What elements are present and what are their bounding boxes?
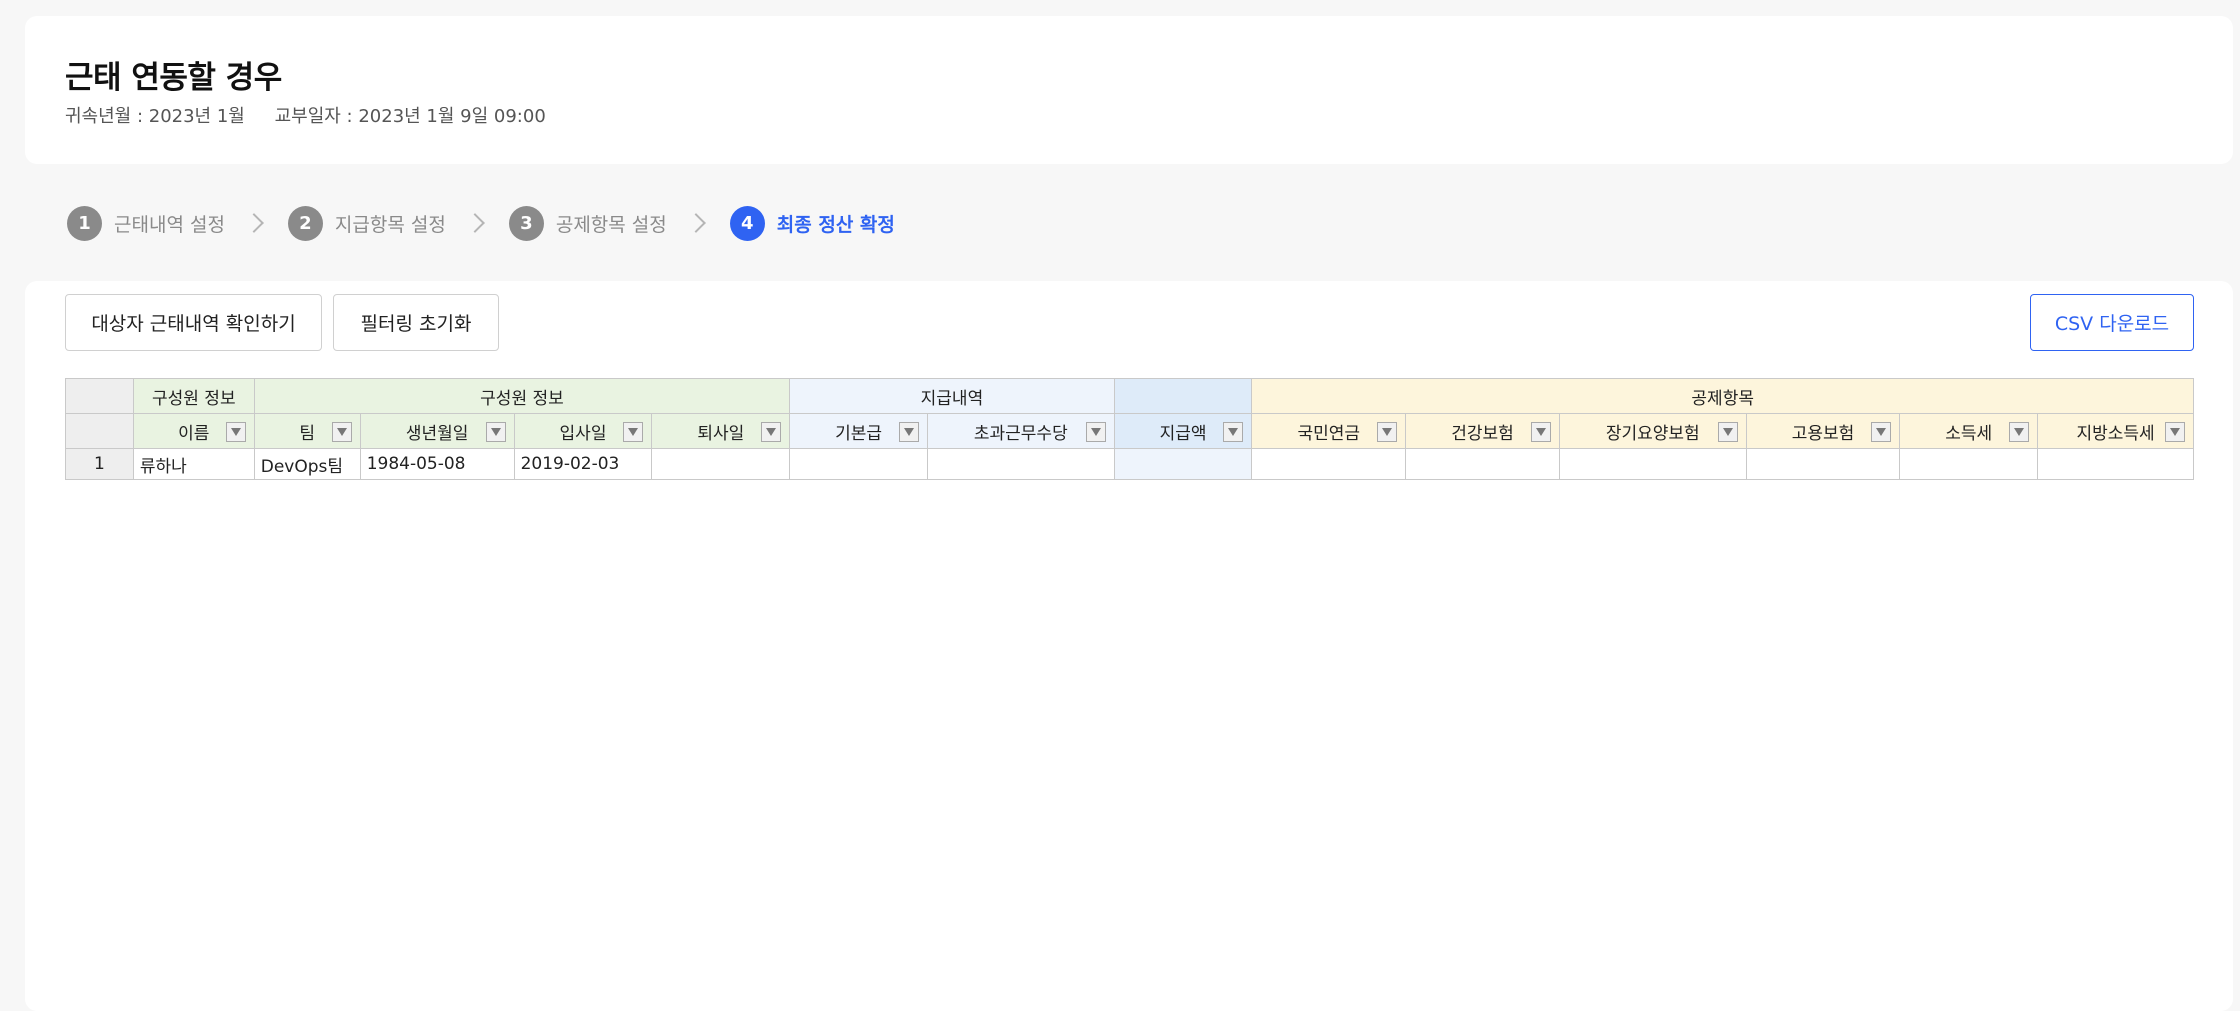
col-longterm: 장기요양보험 [1558, 413, 1747, 449]
reset-filter-button[interactable]: 필터링 초기화 [333, 294, 499, 351]
col-label: 초과근무수당 [973, 423, 1068, 444]
sub-info: 귀속년월 : 2023년 1월 교부일자 : 2023년 1월 9일 09:00 [65, 102, 570, 128]
group-pay-amount [1113, 378, 1253, 414]
step-number: 4 [729, 205, 765, 241]
chevron-right-icon [685, 213, 706, 233]
col-team: 팀 [253, 413, 361, 449]
step-3[interactable]: 3 공제항목 설정 [508, 205, 667, 241]
filter-icon[interactable] [623, 422, 644, 442]
cell-employment[interactable] [1745, 448, 1901, 480]
filter-icon[interactable] [225, 422, 246, 442]
filter-icon[interactable] [331, 422, 352, 442]
cell-longterm[interactable] [1558, 448, 1747, 480]
col-label: 지급액 [1159, 423, 1207, 444]
col-local-tax: 지방소득세 [2037, 413, 2194, 449]
table-row[interactable]: 1 류하나 DevOps팀 1984-05-08 2019-02-03 [65, 448, 2194, 480]
col-leave: 퇴사일 [651, 413, 791, 449]
step-label: 공제항목 설정 [555, 213, 667, 236]
step-label: 최종 정산 확정 [776, 213, 895, 236]
group-deduction: 공제항목 [1251, 378, 2194, 414]
col-label: 입사일 [559, 423, 607, 444]
col-name: 이름 [132, 413, 255, 449]
col-birth: 생년월일 [359, 413, 515, 449]
row-number: 1 [65, 448, 134, 480]
step-4[interactable]: 4 최종 정산 확정 [729, 205, 895, 241]
chevron-right-icon [244, 213, 264, 233]
cell-pension[interactable] [1251, 448, 1407, 480]
rownum-header [65, 413, 134, 449]
col-employment: 고용보험 [1745, 413, 1901, 449]
col-label: 국민연금 [1297, 423, 1361, 444]
group-member-info: 구성원 정보 [132, 378, 255, 414]
filter-icon[interactable] [1530, 422, 1551, 442]
step-2[interactable]: 2 지급항목 설정 [287, 205, 446, 241]
filter-icon[interactable] [1871, 422, 1892, 442]
cell-overtime[interactable] [926, 448, 1115, 480]
filter-icon[interactable] [1085, 422, 1106, 442]
col-health: 건강보험 [1405, 413, 1560, 449]
period-text: 귀속년월 : 2023년 1월 [65, 106, 245, 127]
main-card: 대상자 근태내역 확인하기 필터링 초기화 CSV 다운로드 구성원 정보 구성… [25, 281, 2233, 1011]
col-income-tax: 소득세 [1899, 413, 2039, 449]
col-label: 고용보험 [1791, 423, 1855, 444]
step-number: 1 [67, 205, 102, 241]
col-label: 장기요양보험 [1605, 423, 1700, 444]
col-label: 생년월일 [405, 423, 469, 444]
filter-icon[interactable] [1717, 422, 1738, 442]
cell-join[interactable]: 2019-02-03 [513, 448, 653, 480]
column-header-row: 이름 팀 생년월일 입사일 퇴사일 기본급 초과근무수당 지급액 국민연금 건강… [65, 413, 2194, 449]
step-number: 2 [287, 205, 323, 241]
payroll-grid: 구성원 정보 구성원 정보 지급내역 공제항목 이름 팀 생년월일 입사일 퇴사… [65, 378, 2194, 481]
col-label: 이름 [178, 423, 210, 444]
step-label: 지급항목 설정 [334, 213, 446, 236]
filter-icon[interactable] [1377, 422, 1398, 442]
filter-icon[interactable] [1223, 422, 1244, 442]
col-label: 건강보험 [1451, 423, 1514, 444]
csv-download-button[interactable]: CSV 다운로드 [2030, 294, 2194, 351]
payroll-table: 구성원 정보 구성원 정보 지급내역 공제항목 이름 팀 생년월일 입사일 퇴사… [65, 378, 2194, 480]
step-label: 근태내역 설정 [114, 213, 225, 236]
filter-icon[interactable] [2165, 422, 2185, 442]
cell-birth[interactable]: 1984-05-08 [359, 448, 515, 480]
group-payment: 지급내역 [789, 378, 1115, 414]
col-pension: 국민연금 [1251, 413, 1407, 449]
col-overtime: 초과근무수당 [926, 413, 1115, 449]
filter-icon[interactable] [485, 422, 506, 442]
cell-leave[interactable] [651, 448, 791, 480]
chevron-right-icon [464, 213, 485, 233]
cell-pay-amount[interactable] [1113, 448, 1253, 480]
step-1[interactable]: 1 근태내역 설정 [67, 205, 225, 241]
cell-health[interactable] [1405, 448, 1560, 480]
cell-team[interactable]: DevOps팀 [253, 448, 361, 480]
col-label: 팀 [299, 423, 316, 444]
check-attendance-button[interactable]: 대상자 근태내역 확인하기 [65, 294, 322, 351]
col-label: 기본급 [835, 423, 883, 444]
col-label: 소득세 [1945, 423, 1993, 444]
filter-icon[interactable] [761, 422, 782, 442]
corner-cell [65, 378, 134, 414]
filter-icon[interactable] [898, 422, 919, 442]
stepper: 1 근태내역 설정 2 지급항목 설정 3 공제항목 설정 4 최종 정산 확정 [67, 205, 895, 241]
col-join: 입사일 [513, 413, 653, 449]
header-card: 근태 연동할 경우 귀속년월 : 2023년 1월 교부일자 : 2023년 1… [25, 16, 2233, 164]
cell-income-tax[interactable] [1899, 448, 2039, 480]
step-number: 3 [508, 205, 544, 241]
col-label: 지방소득세 [2076, 423, 2155, 444]
group-member-info: 구성원 정보 [253, 378, 791, 414]
col-pay-amount: 지급액 [1113, 413, 1253, 449]
col-base-pay: 기본급 [789, 413, 928, 449]
group-header-row: 구성원 정보 구성원 정보 지급내역 공제항목 [65, 378, 2194, 414]
page-title: 근태 연동할 경우 [65, 60, 282, 96]
filter-icon[interactable] [2009, 422, 2030, 442]
cell-local-tax[interactable] [2037, 448, 2194, 480]
cell-base-pay[interactable] [789, 448, 928, 480]
issue-date-text: 교부일자 : 2023년 1월 9일 09:00 [274, 106, 546, 127]
col-label: 퇴사일 [697, 423, 745, 444]
cell-name[interactable]: 류하나 [132, 448, 255, 480]
